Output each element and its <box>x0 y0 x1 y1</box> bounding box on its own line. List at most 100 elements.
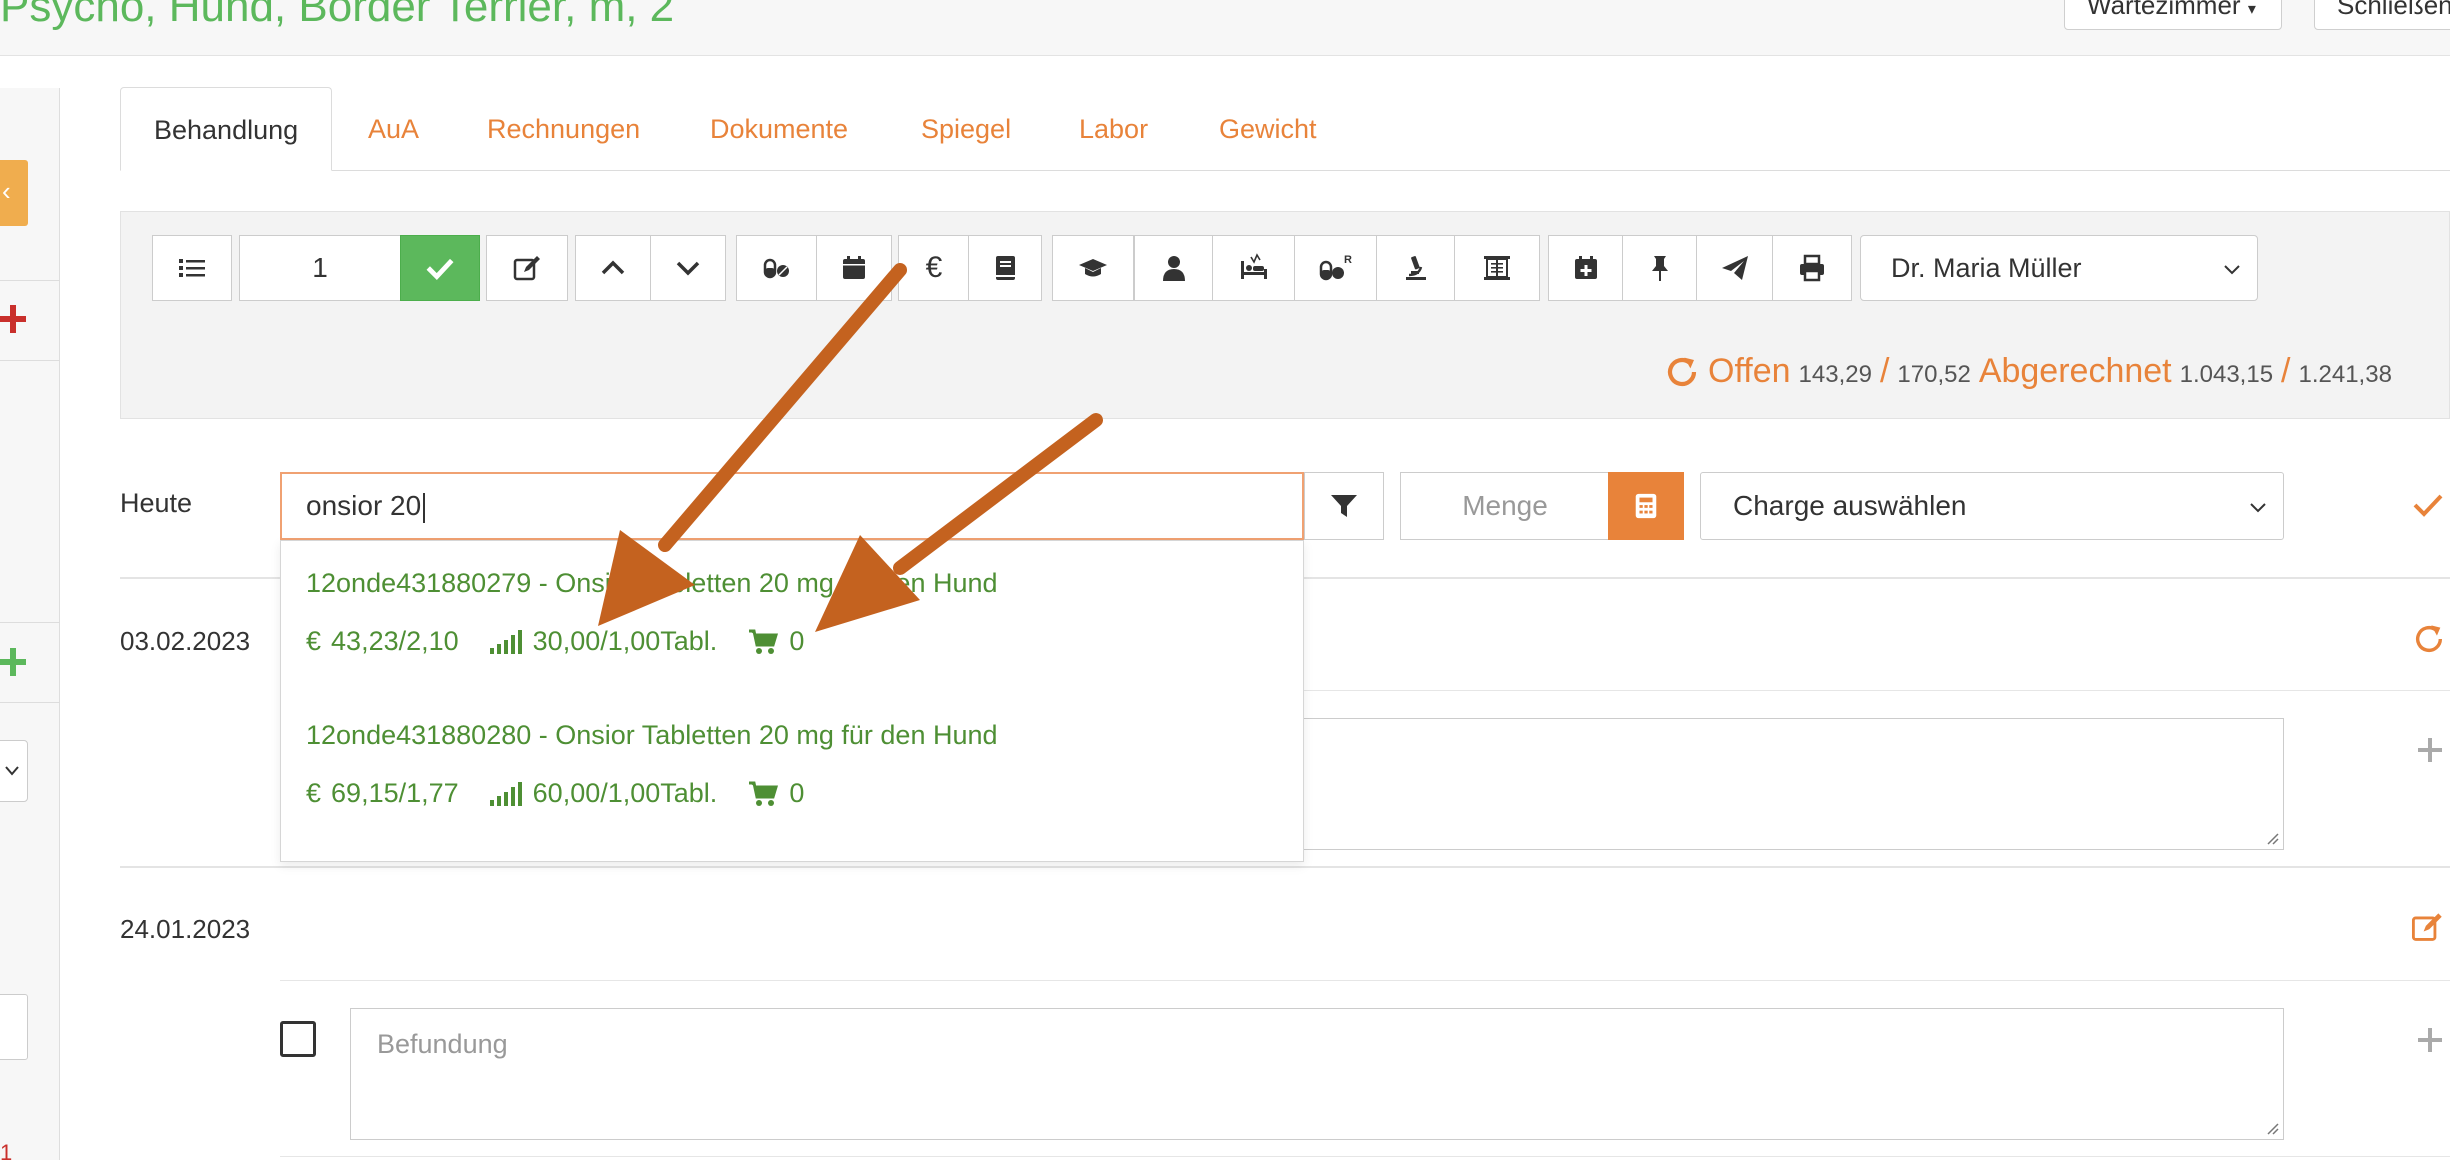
signal-bars-icon <box>489 629 522 654</box>
billed-label: Abgerechnet <box>1978 352 2172 390</box>
send-button[interactable] <box>1696 235 1774 301</box>
filter-button[interactable] <box>1304 472 1384 540</box>
check-icon <box>426 258 454 280</box>
add-icon-red[interactable] <box>0 302 30 336</box>
save-check-icon[interactable] <box>2412 490 2444 520</box>
xray-button[interactable] <box>1454 235 1540 301</box>
education-button[interactable] <box>1052 235 1134 301</box>
book-button[interactable] <box>968 235 1042 301</box>
suggestion-price: 69,15/1,77 <box>331 778 459 808</box>
charge-select-value: Charge auswählen <box>1733 490 1967 521</box>
resize-handle-icon[interactable] <box>2265 1121 2279 1135</box>
suggestion-cart: 0 <box>789 626 805 656</box>
billing-button[interactable]: € <box>898 235 970 301</box>
suggestion-stock: 30,00/1,00Tabl. <box>532 626 718 656</box>
thumbtack-icon <box>1652 256 1668 281</box>
chevron-down-icon <box>676 261 700 276</box>
pills-icon <box>763 258 789 279</box>
entry-date-label: Heute <box>120 488 193 518</box>
medication-button[interactable] <box>736 235 818 301</box>
edit-button[interactable] <box>486 235 568 301</box>
refresh-icon[interactable] <box>2412 622 2446 656</box>
move-down-button[interactable] <box>650 235 726 301</box>
suggestion-title[interactable]: 12onde431880280 - Onsior Tabletten 20 mg… <box>306 720 998 751</box>
befund-placeholder: Befundung <box>377 1029 508 1059</box>
waiting-room-button[interactable]: Wartezimmer ▾ <box>2064 0 2282 30</box>
patient-title: Psycho, Hund, Border Terrier, m, 2 <box>0 0 675 31</box>
suggestion-details[interactable]: €69,15/1,77 60,00/1,00Tabl. 0 <box>306 778 834 809</box>
list-icon <box>179 259 205 277</box>
suggestion-stock: 60,00/1,00Tabl. <box>532 778 718 808</box>
history-date: 03.02.2023 <box>120 626 251 656</box>
hospital-bed-icon <box>1241 253 1267 279</box>
refresh-icon[interactable] <box>1664 354 1700 390</box>
add-icon-green[interactable] <box>0 645 30 679</box>
doctor-select[interactable]: Dr. Maria Müller <box>1860 235 2258 301</box>
calendar-button[interactable] <box>816 235 892 301</box>
print-button[interactable] <box>1772 235 1852 301</box>
suggestion-title[interactable]: 12onde431880279 - Onsior Tabletten 20 mg… <box>306 568 998 599</box>
edit-icon[interactable] <box>2410 910 2444 944</box>
suggestion-details[interactable]: €43,23/2,10 30,00/1,00Tabl. 0 <box>306 626 834 657</box>
suggestion-price: 43,23/2,10 <box>331 626 459 656</box>
befund-textarea[interactable]: Befundung <box>350 1008 2284 1140</box>
add-icon[interactable] <box>2416 1026 2444 1054</box>
resize-handle-icon[interactable] <box>2265 831 2279 845</box>
add-icon[interactable] <box>2416 736 2444 764</box>
close-button[interactable]: Schließen <box>2314 0 2450 30</box>
tab-behandlung[interactable]: Behandlung <box>120 87 333 171</box>
open-label: Offen <box>1708 352 1791 390</box>
tab-aua[interactable]: AuA <box>335 87 452 171</box>
tab-spiegel[interactable]: Spiegel <box>888 87 1044 171</box>
sidebar-input[interactable] <box>0 994 28 1060</box>
chevron-up-icon <box>601 260 625 275</box>
chevron-down-icon <box>2250 503 2266 513</box>
graduation-cap-icon <box>1079 259 1107 277</box>
confirm-button[interactable] <box>400 235 480 301</box>
calendar-icon <box>843 256 865 279</box>
svg-text:R: R <box>1344 254 1352 266</box>
article-search-value: onsior 20 <box>306 490 422 521</box>
tab-labor[interactable]: Labor <box>1046 87 1181 171</box>
pin-button[interactable] <box>1622 235 1698 301</box>
sidebar-select[interactable] <box>0 740 28 802</box>
billed-value-2: 1.241,38 <box>2298 361 2392 388</box>
suggestion-cart: 0 <box>789 778 805 808</box>
euro-icon: € <box>306 626 322 656</box>
calculator-button[interactable] <box>1608 472 1684 540</box>
printer-icon <box>1800 254 1824 282</box>
xray-icon <box>1484 256 1510 280</box>
euro-icon: € <box>306 778 322 808</box>
article-search-input[interactable]: onsior 20 <box>280 472 1304 540</box>
tab-rechnungen[interactable]: Rechnungen <box>454 87 673 171</box>
shopping-cart-icon <box>749 781 779 806</box>
billed-value-1: 1.043,15 <box>2179 361 2274 388</box>
caret-down-icon: ▾ <box>2247 1 2256 18</box>
waiting-room-label: Wartezimmer <box>2087 0 2241 20</box>
euro-icon: € <box>925 251 943 284</box>
menge-input[interactable]: Menge <box>1400 472 1610 540</box>
open-value-2: 170,52 <box>1897 361 1971 388</box>
list-button[interactable] <box>152 235 232 301</box>
tab-gewicht[interactable]: Gewicht <box>1186 87 1350 171</box>
lab-button[interactable] <box>1376 235 1456 301</box>
charge-select[interactable]: Charge auswählen <box>1700 472 2284 540</box>
befund-checkbox[interactable] <box>280 1021 316 1057</box>
microscope-icon <box>1406 256 1426 280</box>
doctor-select-value: Dr. Maria Müller <box>1891 253 2082 283</box>
chevron-down-icon <box>2224 265 2240 275</box>
edit-icon <box>513 256 540 281</box>
owner-button[interactable] <box>1134 235 1214 301</box>
divider <box>120 866 2450 868</box>
filter-icon <box>1331 495 1357 517</box>
prescription-button[interactable]: R <box>1294 235 1378 301</box>
inpatient-button[interactable] <box>1212 235 1296 301</box>
prescription-pills-icon: R <box>1319 254 1352 281</box>
move-up-button[interactable] <box>575 235 651 301</box>
appointment-button[interactable] <box>1548 235 1624 301</box>
tab-dokumente[interactable]: Dokumente <box>677 87 881 171</box>
close-label: Schließen <box>2337 0 2450 20</box>
quantity-input[interactable]: 1 <box>239 235 401 301</box>
calendar-plus-icon <box>1575 256 1597 279</box>
sidebar-orange-button[interactable]: ‹ <box>0 160 28 226</box>
